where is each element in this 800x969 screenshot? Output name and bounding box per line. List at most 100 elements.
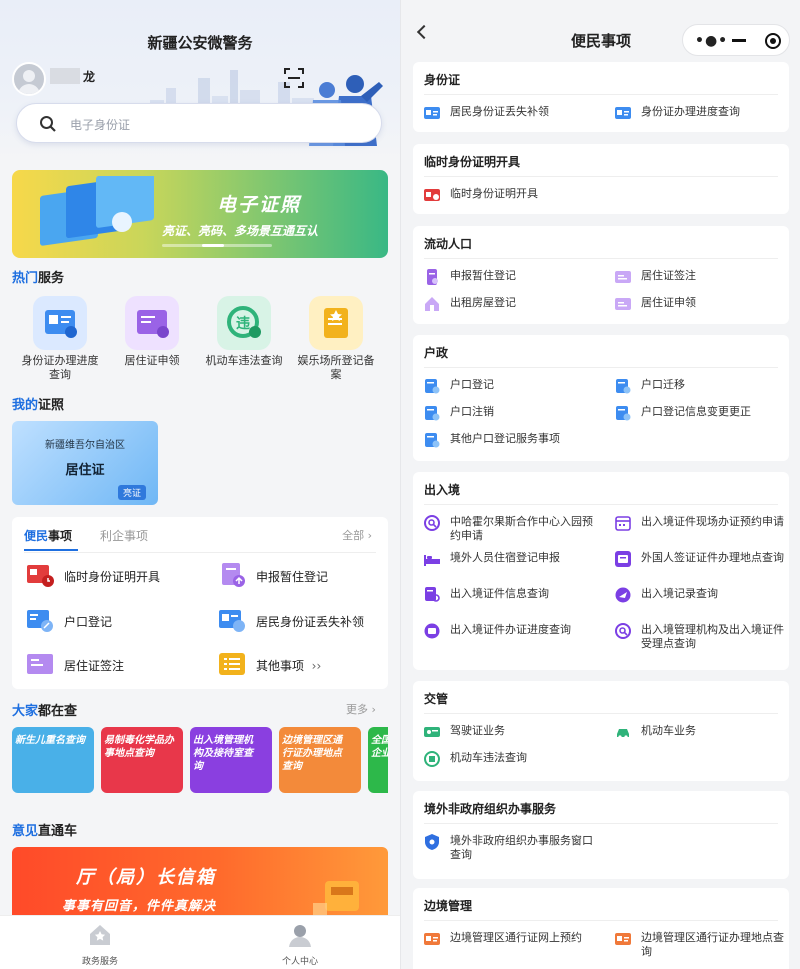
section-card: 境外非政府组织办事服务 境外非政府组织办事服务窗口查询 xyxy=(413,791,789,879)
hot-service-id-progress[interactable]: 身份证办理进度查询 xyxy=(14,296,106,382)
hukou-icon xyxy=(616,379,631,394)
popular-card[interactable]: 全国企业 xyxy=(368,727,388,793)
service-item-label: 驾驶证业务 xyxy=(450,724,505,737)
all-services-link[interactable]: 全部 › xyxy=(342,527,372,543)
section-title: 境外非政府组织办事服务 xyxy=(424,802,557,816)
temp-residence-icon xyxy=(222,563,245,587)
popular-heading: 大家都在查 xyxy=(12,704,78,719)
divider xyxy=(424,920,778,921)
search-circle-icon xyxy=(424,515,440,531)
popular-card[interactable]: 出入境管理机构及接待室查询 xyxy=(190,727,272,793)
tab-business[interactable]: 利企事项 xyxy=(100,527,148,544)
home-screen: 新疆公安微警务 龙 电子身份证 电子证照 亮证、亮码、多场景互通互认 热门服务 … xyxy=(0,0,400,969)
service-item-label: 出入境证件办证进度查询 xyxy=(450,623,571,636)
carousel-indicator xyxy=(162,244,272,247)
bed-icon xyxy=(424,555,440,566)
service-item-label: 户口迁移 xyxy=(641,378,685,391)
service-label: 其他事项 ›› xyxy=(256,659,322,673)
username: 龙 xyxy=(83,70,96,84)
close-icon[interactable] xyxy=(765,33,781,49)
service-item-label: 户口登记信息变更更正 xyxy=(641,405,751,418)
tab-label: 个人中心 xyxy=(281,957,318,967)
temp-residence-icon xyxy=(427,269,438,285)
progress-icon xyxy=(424,623,440,639)
person-icon xyxy=(289,925,311,947)
hot-services-heading: 热门服务 xyxy=(12,271,65,286)
service-item-label: 出入境管理机构及出入境证件受理点查询 xyxy=(641,623,784,650)
service-item-label: 身份证办理进度查询 xyxy=(641,105,740,118)
search-placeholder: 电子身份证 xyxy=(70,118,131,132)
e-certificate-banner[interactable]: 电子证照 亮证、亮码、多场景互通互认 xyxy=(12,170,388,258)
popular-carousel: 新生儿重名查询 易制毒化学品办事地点查询 出入境管理机构及接待室查询 边境管理区… xyxy=(12,727,388,793)
hukou-register-icon xyxy=(27,610,53,632)
plane-globe-icon xyxy=(615,587,631,603)
divider xyxy=(424,504,778,505)
convenience-services-screen: 便民事项 •●• 身份证 居民身份证丢失补领 身份证办理进度查询 临时身份证明开具 临时… xyxy=(400,0,800,969)
hot-service-label: 机动车违法查询 xyxy=(205,354,283,367)
service-label: 居住证签注 xyxy=(64,659,125,673)
hot-service-traffic[interactable]: 违 机动车违法查询 xyxy=(198,296,290,368)
show-card-badge[interactable]: 亮证 xyxy=(117,485,146,500)
search-icon xyxy=(40,116,56,132)
home-icon xyxy=(90,925,110,945)
more-icon[interactable]: •●• xyxy=(695,34,728,48)
hot-service-label: 居住证申领 xyxy=(124,354,180,367)
director-mailbox-banner[interactable]: 厅（局）长信箱 事事有回音，件件真解决 xyxy=(12,847,388,922)
service-item-label: 境外人员住宿登记申报 xyxy=(450,551,560,564)
service-item-label: 机动车违法查询 xyxy=(450,751,527,764)
id-card-icon xyxy=(424,107,440,119)
service-item-label: 边境管理区通行证办理地点查询 xyxy=(641,931,784,958)
username-mask xyxy=(50,68,80,84)
license-icon xyxy=(424,727,440,737)
residence-card-icon xyxy=(125,296,179,350)
service-item-label: 户口注销 xyxy=(450,405,494,418)
section-card: 临时身份证明开具 临时身份证明开具 xyxy=(413,144,789,214)
tab-label: 政务服务 xyxy=(81,957,118,967)
popular-card[interactable]: 边境管理区通行证办理地点查询 xyxy=(279,727,361,793)
banner-subtitle: 亮证、亮码、多场景互通互认 xyxy=(162,224,319,238)
hukou-icon xyxy=(425,406,440,421)
service-item-label: 出入境记录查询 xyxy=(641,587,718,600)
popular-more-link[interactable]: 更多 › xyxy=(346,701,376,717)
section-title: 户政 xyxy=(424,346,449,360)
service-label: 申报暂住登记 xyxy=(256,570,329,584)
card-name: 居住证 xyxy=(65,463,105,478)
service-item-label: 居住证签注 xyxy=(641,269,696,282)
popular-card[interactable]: 易制毒化学品办事地点查询 xyxy=(101,727,183,793)
divider xyxy=(424,713,778,714)
list-icon xyxy=(219,653,245,675)
tab-personal-center[interactable]: 个人中心 xyxy=(240,922,360,967)
tab-convenience[interactable]: 便民事项 xyxy=(24,527,79,551)
entertainment-register-icon xyxy=(309,296,363,350)
nav-bar: 便民事项 •●• xyxy=(401,0,800,58)
service-label: 居民身份证丢失补领 xyxy=(256,615,365,629)
mailbox-title: 厅（局）长信箱 xyxy=(76,867,216,888)
avatar[interactable] xyxy=(12,62,46,96)
popular-card[interactable]: 新生儿重名查询 xyxy=(12,727,94,793)
divider xyxy=(424,367,778,368)
residence-permit-card[interactable]: 新疆维吾尔自治区 居住证 亮证 xyxy=(12,421,158,505)
scan-icon[interactable] xyxy=(283,67,305,89)
traffic-violation-icon: 违 xyxy=(217,296,271,350)
section-card: 出入境 中哈霍尔果斯合作中心入园预约申请 出入境证件现场办证预约申请 境外人员住宿登记… xyxy=(413,472,789,670)
hot-service-residence[interactable]: 居住证申领 xyxy=(106,296,198,368)
tab-government-services[interactable]: 政务服务 xyxy=(40,922,160,967)
divider xyxy=(424,176,778,177)
search-bar[interactable]: 电子身份证 xyxy=(16,103,382,143)
hot-service-entertainment[interactable]: 娱乐场所登记备案 xyxy=(290,296,382,382)
temp-id-icon xyxy=(424,189,440,201)
section-card: 身份证 居民身份证丢失补领 身份证办理进度查询 xyxy=(413,62,789,132)
feedback-heading: 意见直通车 xyxy=(12,824,78,839)
divider xyxy=(424,823,778,824)
calendar-icon xyxy=(615,516,631,531)
divider xyxy=(424,94,778,95)
shield-icon xyxy=(425,834,439,850)
service-label: 户口登记 xyxy=(64,615,113,629)
service-item-label: 其他户口登记服务事项 xyxy=(450,432,560,445)
mailbox-subtitle: 事事有回音，件件真解决 xyxy=(62,899,217,914)
service-item-label: 申报暂住登记 xyxy=(450,269,516,282)
section-title: 临时身份证明开具 xyxy=(424,155,521,169)
minimize-icon[interactable] xyxy=(732,39,746,42)
section-card: 交管 驾驶证业务 机动车业务 机动车违法查询 xyxy=(413,681,789,781)
hukou-icon xyxy=(616,406,631,421)
